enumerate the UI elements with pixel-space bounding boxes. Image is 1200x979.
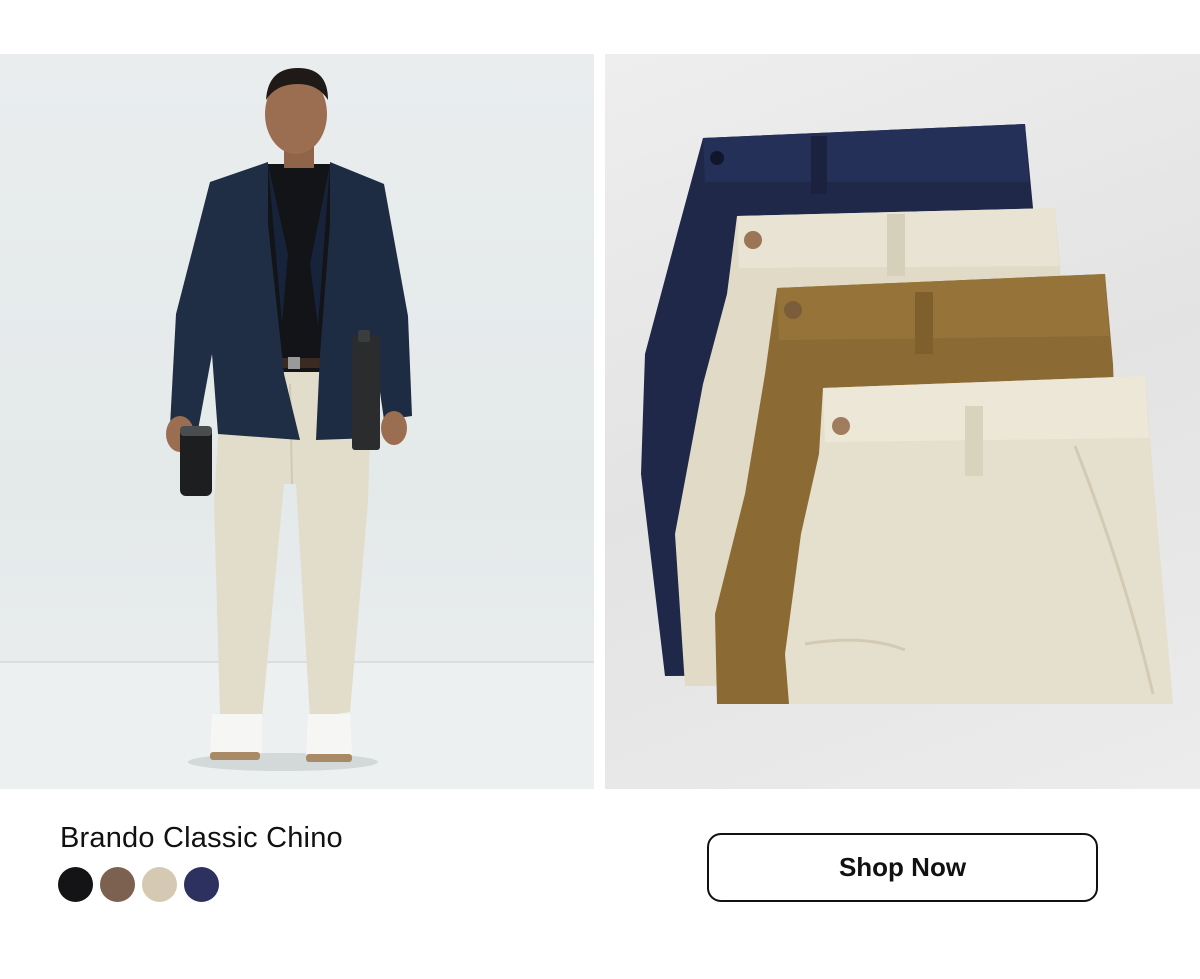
color-swatch-brown[interactable]: [100, 867, 135, 902]
model-photo[interactable]: [0, 54, 594, 789]
product-name: Brando Classic Chino: [60, 822, 343, 854]
color-swatches: [58, 867, 219, 902]
folded-chinos-photo[interactable]: [605, 54, 1200, 789]
shop-now-button[interactable]: Shop Now: [707, 833, 1098, 902]
color-swatch-khaki[interactable]: [142, 867, 177, 902]
email-promo-page: Brando Classic Chino Shop Now: [0, 0, 1200, 979]
model-illustration: [0, 68, 594, 789]
color-swatch-black[interactable]: [58, 867, 93, 902]
folded-chinos-illustration: [641, 124, 1173, 704]
color-swatch-navy[interactable]: [184, 867, 219, 902]
